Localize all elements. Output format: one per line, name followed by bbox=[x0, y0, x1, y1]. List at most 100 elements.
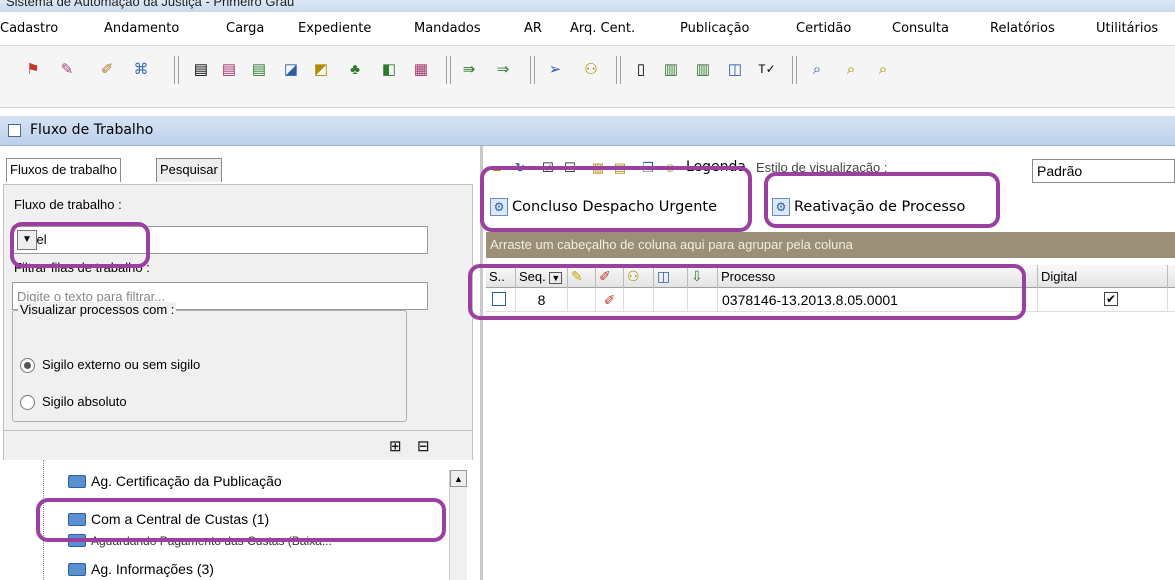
user-icon[interactable]: ☺ bbox=[662, 160, 678, 176]
preview-icon[interactable]: ◫ bbox=[724, 58, 746, 80]
tab-fluxos[interactable]: Fluxos de trabalho bbox=[6, 158, 121, 182]
col-hierarchy-icon[interactable]: ⚇ bbox=[624, 265, 654, 288]
digital-checkbox[interactable]: ✔ bbox=[1104, 292, 1118, 306]
group-by-bar[interactable]: Arraste um cabeçalho de coluna aqui para… bbox=[486, 232, 1175, 258]
doc-add-icon[interactable]: ▤ bbox=[248, 58, 270, 80]
menu-certidao[interactable]: Certidão bbox=[796, 12, 851, 46]
pin-icon[interactable]: ⚑ bbox=[22, 58, 44, 80]
search-up-icon[interactable]: ⌕ bbox=[872, 58, 894, 80]
collapse-tree-icon[interactable]: ⊟ bbox=[417, 437, 430, 455]
col-note-icon[interactable]: ✎ bbox=[568, 265, 596, 288]
seq-cell: 8 bbox=[516, 288, 568, 312]
radio-sigilo-absoluto[interactable] bbox=[20, 395, 35, 410]
filtrar-label: Filtrar filas de trabalho : bbox=[14, 260, 150, 275]
search-ok-icon[interactable]: ⌕ bbox=[840, 58, 862, 80]
tree-item[interactable]: Ag. Informações (3) bbox=[68, 558, 214, 580]
col-processo[interactable]: Processo bbox=[718, 265, 1038, 288]
estilo-select[interactable]: Padrão bbox=[1032, 159, 1175, 183]
network-icon[interactable]: ⌘ bbox=[130, 58, 152, 80]
hierarchy-icon[interactable]: ⚇ bbox=[580, 58, 602, 80]
text-tool-icon[interactable]: T✓ bbox=[756, 58, 778, 80]
row-select-cell[interactable] bbox=[486, 288, 516, 312]
menu-utilitarios[interactable]: Utilitários bbox=[1096, 12, 1158, 46]
col-digital[interactable]: Digital bbox=[1038, 265, 1168, 288]
menu-andamento[interactable]: Andamento bbox=[104, 12, 179, 46]
doc-forward-icon[interactable]: ⇛ bbox=[458, 58, 480, 80]
row-checkbox[interactable] bbox=[492, 292, 506, 306]
print-icon[interactable]: ▤ bbox=[612, 160, 628, 176]
tree-item[interactable]: Ag. Certificação da Publicação bbox=[68, 470, 282, 492]
doc-search-icon[interactable]: ◪ bbox=[280, 58, 302, 80]
expand-tree-icon[interactable]: ⊞ bbox=[389, 437, 402, 455]
col-seq[interactable]: Seq. ▼ bbox=[516, 265, 568, 288]
radio-sigilo-externo[interactable] bbox=[20, 358, 35, 373]
fluxo-label: Fluxo de trabalho : bbox=[14, 197, 122, 212]
doc-check-icon[interactable]: ◧ bbox=[378, 58, 400, 80]
toolbar-separator bbox=[792, 56, 797, 84]
menu-bar: Cadastro Andamento Carga Expediente Mand… bbox=[0, 12, 1175, 46]
reativacao-processo-button[interactable]: ⚙ Reativação de Processo bbox=[772, 192, 965, 222]
tag-edit-icon[interactable]: ✐ bbox=[96, 58, 118, 80]
pages-icon[interactable]: ▥ bbox=[660, 58, 682, 80]
action-label: Reativação de Processo bbox=[794, 199, 966, 215]
menu-arq-cent[interactable]: Arq. Cent. bbox=[570, 12, 635, 46]
search-doc-icon[interactable]: ⌕ bbox=[806, 58, 828, 80]
refresh-icon[interactable]: ↻ bbox=[512, 160, 528, 176]
col-urgent-icon[interactable]: ✐ bbox=[596, 265, 624, 288]
doc-user-icon[interactable]: ▤ bbox=[190, 58, 212, 80]
tree-item[interactable]: Com a Central de Custas (1) bbox=[68, 508, 269, 530]
table-row[interactable]: 8 ✐ 0378146-13.2013.8.05.0001 ✔ bbox=[486, 288, 1175, 312]
tree-line bbox=[43, 460, 44, 580]
menu-ar[interactable]: AR bbox=[524, 12, 542, 46]
table-icon[interactable]: ▦ bbox=[410, 58, 432, 80]
tree-item-label: Ag. Certificação da Publicação bbox=[91, 473, 282, 489]
col-s[interactable]: S.. bbox=[486, 265, 516, 288]
fluxo-select[interactable]: Cível ▼ bbox=[12, 226, 428, 254]
folder-icon bbox=[68, 562, 86, 576]
col-inbox-icon[interactable]: ⇩ bbox=[688, 265, 718, 288]
folder-icon bbox=[68, 512, 86, 526]
processo-cell[interactable]: 0378146-13.2013.8.05.0001 bbox=[718, 288, 1038, 312]
menu-cadastro[interactable]: Cadastro bbox=[0, 12, 58, 46]
scroll-up-icon[interactable]: ▲ bbox=[450, 470, 467, 487]
toolbar-separator bbox=[616, 56, 621, 84]
page-icon[interactable]: ▯ bbox=[630, 58, 652, 80]
folder-open-icon[interactable]: ▰ bbox=[490, 160, 506, 176]
folder-icon bbox=[68, 474, 86, 488]
col-digital-doc-icon[interactable]: ◫ bbox=[654, 265, 688, 288]
export-icon[interactable]: ▥ bbox=[590, 160, 606, 176]
copy-icon[interactable]: ❐ bbox=[640, 160, 656, 176]
menu-relatorios[interactable]: Relatórios bbox=[990, 12, 1055, 46]
tag-icon[interactable]: ✎ bbox=[56, 58, 78, 80]
menu-carga[interactable]: Carga bbox=[226, 12, 264, 46]
digital-cell: ✔ bbox=[1038, 288, 1168, 312]
menu-expediente[interactable]: Expediente bbox=[298, 12, 371, 46]
inbox-cell bbox=[688, 288, 718, 312]
action-label: Concluso Despacho Urgente bbox=[512, 199, 718, 215]
option-sigilo-absoluto[interactable]: Sigilo absoluto bbox=[42, 394, 127, 409]
check-all-icon[interactable]: ☑ bbox=[540, 160, 556, 176]
menu-publicacao[interactable]: Publicação bbox=[680, 12, 750, 46]
tree-toolbar: ⊞ ⊟ bbox=[3, 430, 473, 458]
tree-scrollbar[interactable]: ▲ bbox=[449, 470, 467, 580]
chevron-down-icon[interactable]: ▼ bbox=[17, 230, 37, 250]
send-icon[interactable]: ➢ bbox=[544, 58, 566, 80]
doc-remove-icon[interactable]: ▤ bbox=[218, 58, 240, 80]
tree-item[interactable]: Aguardando Pagamento das Custas (Baixa..… bbox=[68, 534, 448, 548]
window-title-bar: Sistema de Automação da Justiça - Primei… bbox=[0, 0, 1175, 12]
visualizar-label: Visualizar processos com : bbox=[18, 302, 177, 317]
doc-tree-icon[interactable]: ♣ bbox=[344, 58, 366, 80]
doc-edit-icon[interactable]: ◩ bbox=[310, 58, 332, 80]
tab-pesquisar[interactable]: Pesquisar bbox=[156, 158, 222, 182]
menu-mandados[interactable]: Mandados bbox=[414, 12, 481, 46]
toolbar-separator bbox=[446, 56, 451, 84]
legenda-button[interactable]: Legenda bbox=[686, 159, 746, 175]
uncheck-all-icon[interactable]: ☐ bbox=[562, 160, 578, 176]
doc-go-icon[interactable]: ⇒ bbox=[492, 58, 514, 80]
concluso-despacho-urgente-button[interactable]: ⚙ Concluso Despacho Urgente bbox=[490, 192, 717, 222]
option-sigilo-externo[interactable]: Sigilo externo ou sem sigilo bbox=[42, 357, 200, 372]
filter-dropdown-icon[interactable]: ▼ bbox=[549, 272, 563, 284]
pages-copy-icon[interactable]: ▥ bbox=[692, 58, 714, 80]
urgent-icon: ✐ bbox=[596, 288, 624, 312]
menu-consulta[interactable]: Consulta bbox=[892, 12, 949, 46]
